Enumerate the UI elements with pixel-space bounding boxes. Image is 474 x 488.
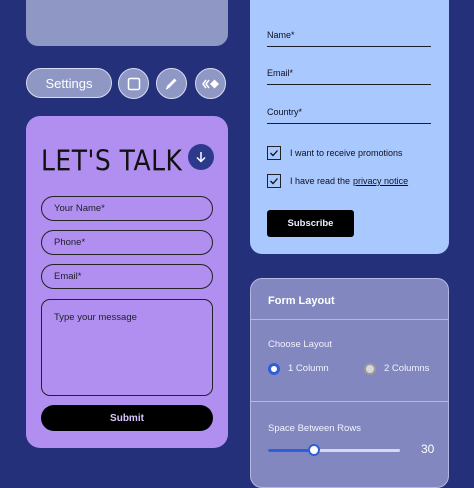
- message-textarea[interactable]: Type your message: [41, 299, 213, 396]
- subscribe-button[interactable]: Subscribe: [267, 210, 354, 237]
- panel-title: Form Layout: [268, 295, 335, 307]
- radio-2-columns[interactable]: [364, 363, 376, 375]
- top-card: [26, 0, 228, 46]
- promo-checkbox-row[interactable]: I want to receive promotions: [267, 146, 403, 160]
- promo-checkbox[interactable]: [267, 146, 281, 160]
- spacing-value: 30: [421, 442, 435, 456]
- arrow-down-icon: [196, 152, 206, 163]
- country-field-label: Country*: [267, 107, 303, 117]
- promo-label: I want to receive promotions: [290, 148, 403, 158]
- square-icon: [127, 77, 140, 90]
- pen-icon: [165, 78, 177, 90]
- scroll-down-button[interactable]: [188, 144, 214, 170]
- slider-thumb[interactable]: [308, 444, 321, 456]
- notice-label: I have read the: [290, 176, 351, 186]
- settings-button[interactable]: Settings: [26, 68, 112, 98]
- email-field-label: Email*: [267, 68, 294, 78]
- phone-input[interactable]: Phone*: [41, 230, 213, 255]
- name-field[interactable]: Name*: [267, 30, 431, 47]
- email-field[interactable]: Email*: [267, 68, 431, 85]
- email-input[interactable]: Email*: [41, 264, 213, 289]
- code-button[interactable]: [195, 68, 226, 99]
- square-button[interactable]: [118, 68, 149, 99]
- code-diamond-icon: [201, 79, 219, 88]
- radio-2-columns-label: 2 Columns: [384, 363, 430, 374]
- contact-form-card: LET'S TALK Your Name* Phone* Email* Type…: [26, 116, 228, 448]
- name-input[interactable]: Your Name*: [41, 196, 213, 221]
- privacy-notice-link[interactable]: privacy notice: [353, 176, 408, 186]
- radio-1-column-label: 1 Column: [288, 363, 329, 374]
- subscribe-form-card: Name* Email* Country* I want to receive …: [250, 0, 449, 254]
- submit-button[interactable]: Submit: [41, 405, 213, 431]
- pen-button[interactable]: [156, 68, 187, 99]
- contact-form-title: LET'S TALK: [41, 144, 183, 178]
- check-icon: [270, 150, 278, 157]
- form-layout-panel: Form Layout Choose Layout 1 Column 2 Col…: [250, 278, 449, 488]
- spacing-slider[interactable]: [268, 444, 400, 456]
- spacing-label: Space Between Rows: [268, 423, 361, 434]
- choose-layout-label: Choose Layout: [268, 339, 332, 350]
- notice-checkbox-row[interactable]: I have read the privacy notice: [267, 174, 408, 188]
- country-field[interactable]: Country*: [267, 107, 431, 124]
- divider: [251, 401, 448, 402]
- notice-checkbox[interactable]: [267, 174, 281, 188]
- radio-1-column[interactable]: [268, 363, 280, 375]
- name-field-label: Name*: [267, 30, 295, 40]
- divider: [251, 319, 448, 320]
- check-icon: [270, 178, 278, 185]
